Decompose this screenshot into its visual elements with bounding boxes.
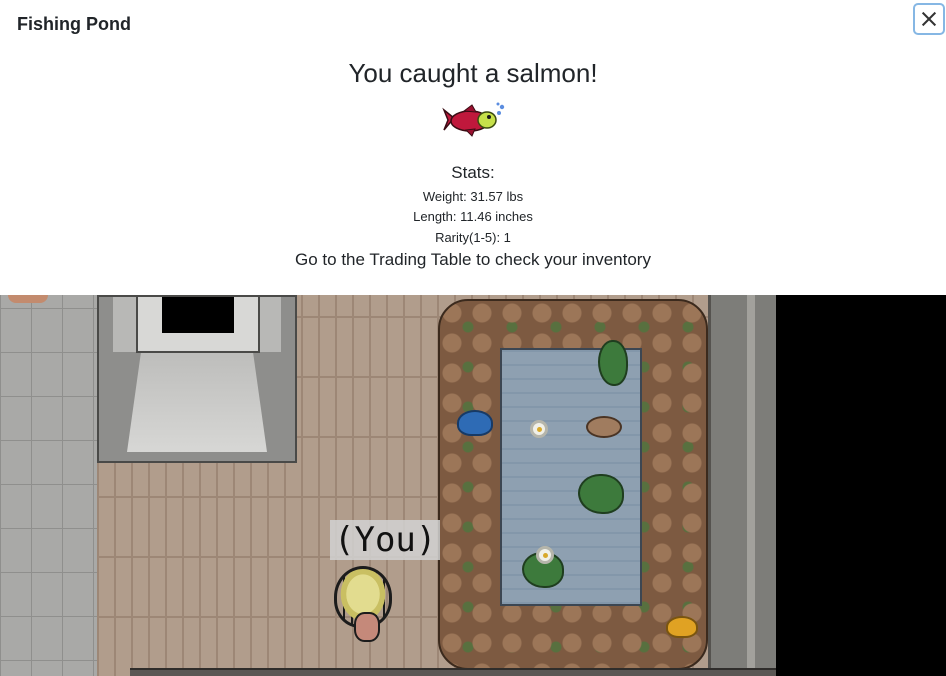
inventory-hint: Go to the Trading Table to check your in… [295,250,651,269]
blue-frog-sprite [457,410,493,436]
modal-title: Fishing Pond [17,14,131,34]
pond-stone [586,416,622,438]
salmon-sprite [442,102,505,137]
catch-heading: You caught a salmon! [348,58,598,88]
counter-opening [136,295,260,353]
lily-flower [536,546,554,564]
lily-pad [598,340,628,386]
orange-frog-sprite [666,616,698,638]
close-icon [922,12,936,26]
stats-heading: Stats: [451,163,495,182]
player-hand [354,612,380,642]
lily-pad [578,474,624,514]
right-wall [708,295,780,676]
lily-flower [530,420,548,438]
decoration [8,295,48,303]
out-of-bounds [776,295,946,676]
stat-rarity: Rarity(1-5): 1 [435,230,511,245]
player-name-label: (You) [330,520,441,560]
close-button[interactable] [913,3,945,35]
catch-result-modal: Fishing Pond You caught a salmon! Stats:… [0,0,946,295]
stat-weight: Weight: 31.57 lbs [422,189,524,204]
stat-length: Length: 11.46 inches [413,209,533,224]
salmon-icon [442,102,508,138]
bottom-rail [130,668,776,676]
counter-ramp [127,352,267,452]
